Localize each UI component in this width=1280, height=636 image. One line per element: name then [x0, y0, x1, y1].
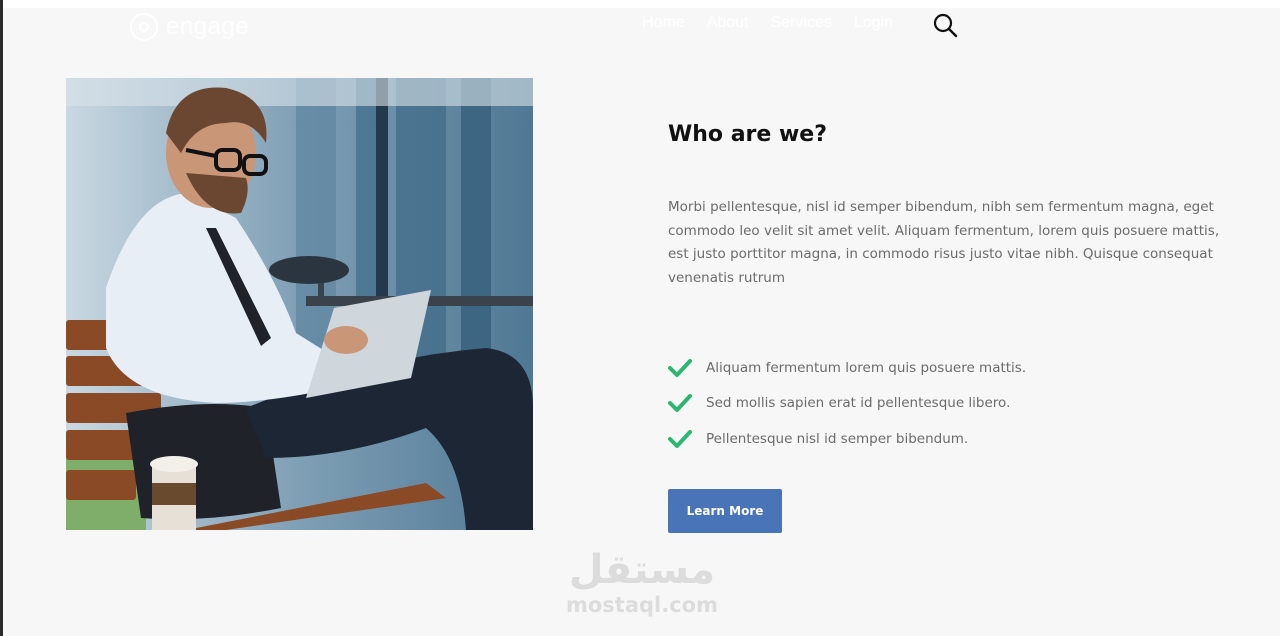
search-icon[interactable]	[932, 12, 958, 38]
watermark-arabic: مستقل	[568, 547, 716, 593]
top-strip	[0, 0, 1280, 8]
check-icon	[668, 394, 692, 413]
window-edge	[0, 0, 3, 636]
logo[interactable]: engage	[130, 12, 249, 42]
nav-home[interactable]: Home	[642, 14, 685, 32]
about-description: Morbi pellentesque, nisl id semper biben…	[668, 199, 1220, 286]
feature-checklist: Aliquam fermentum lorem quis posuere mat…	[668, 350, 1026, 457]
nav-services[interactable]: Services	[771, 14, 832, 32]
checklist-item: Pellentesque nisl id semper bibendum.	[668, 421, 1026, 457]
watermark-latin: mostaql.com	[566, 593, 718, 617]
logo-icon	[130, 13, 158, 41]
check-icon	[668, 358, 692, 377]
learn-more-button[interactable]: Learn More	[668, 489, 782, 533]
about-heading: Who are we?	[668, 122, 827, 147]
watermark: مستقل mostaql.com	[562, 548, 722, 618]
businessman-on-bench-image	[66, 78, 533, 530]
logo-text: engage	[166, 13, 250, 40]
checklist-item-label: Aliquam fermentum lorem quis posuere mat…	[706, 359, 1027, 376]
check-icon	[668, 429, 692, 448]
checklist-item: Aliquam fermentum lorem quis posuere mat…	[668, 350, 1026, 386]
checklist-item: Sed mollis sapien erat id pellentesque l…	[668, 386, 1026, 422]
checklist-item-label: Sed mollis sapien erat id pellentesque l…	[706, 395, 1011, 412]
nav-login[interactable]: Login	[854, 14, 893, 32]
hero-photo	[66, 78, 533, 530]
main-nav: Home About Services Login	[642, 14, 893, 32]
checklist-item-label: Pellentesque nisl id semper bibendum.	[706, 430, 969, 447]
nav-about[interactable]: About	[707, 14, 749, 32]
